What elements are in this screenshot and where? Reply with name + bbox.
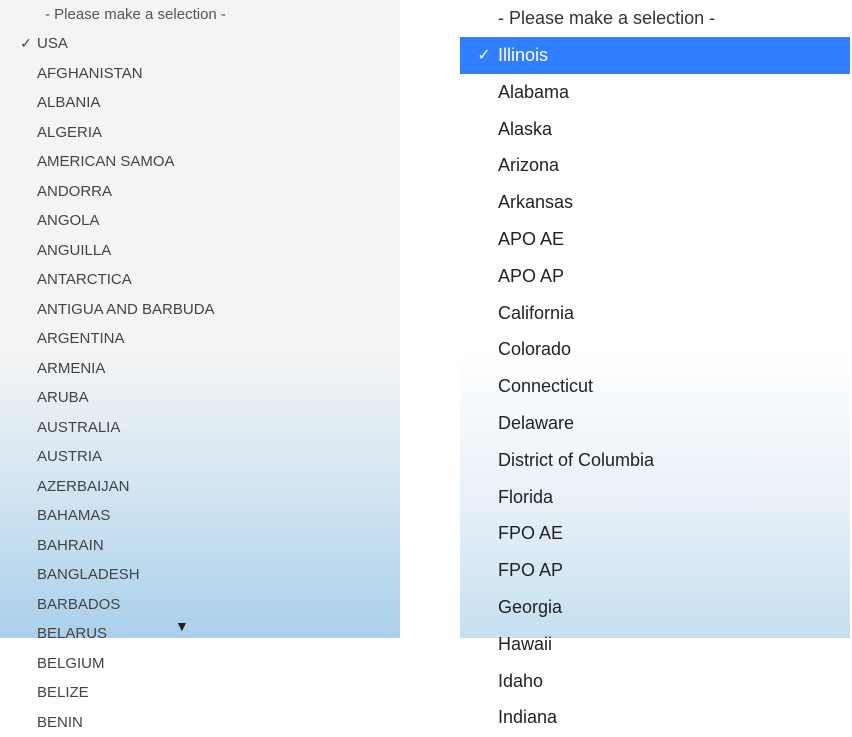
- country-option-label: ANTARCTICA: [37, 267, 132, 293]
- country-option[interactable]: ANDORRA: [0, 177, 400, 207]
- country-option-label: ANTIGUA AND BARBUDA: [37, 297, 215, 323]
- state-option-label: California: [498, 299, 574, 328]
- state-option[interactable]: Arkansas: [460, 184, 850, 221]
- state-option-label: Connecticut: [498, 372, 593, 401]
- state-option-label: APO AP: [498, 262, 564, 291]
- country-option-label: ALGERIA: [37, 120, 102, 146]
- state-option[interactable]: Georgia: [460, 589, 850, 626]
- state-option[interactable]: Delaware: [460, 405, 850, 442]
- country-option-label: ARGENTINA: [37, 326, 125, 352]
- country-option[interactable]: ARGENTINA: [0, 324, 400, 354]
- country-option-label: ARUBA: [37, 385, 89, 411]
- state-option[interactable]: Florida: [460, 479, 850, 516]
- country-option-list: ✓USAAFGHANISTANALBANIAALGERIAAMERICAN SA…: [0, 29, 400, 737]
- country-option-label: AFGHANISTAN: [37, 61, 143, 87]
- country-option[interactable]: AZERBAIJAN: [0, 472, 400, 502]
- state-option-label: Illinois: [498, 41, 548, 70]
- country-option-label: ALBANIA: [37, 90, 100, 116]
- state-option-label: Georgia: [498, 593, 562, 622]
- country-option-label: AMERICAN SAMOA: [37, 149, 175, 175]
- country-option-label: BARBADOS: [37, 592, 120, 618]
- state-option-label: Idaho: [498, 667, 543, 696]
- state-option[interactable]: FPO AE: [460, 515, 850, 552]
- country-option[interactable]: ✓USA: [0, 29, 400, 59]
- state-option-label: Delaware: [498, 409, 574, 438]
- state-option[interactable]: FPO AP: [460, 552, 850, 589]
- country-option-label: BELGIUM: [37, 651, 105, 677]
- country-dropdown-placeholder[interactable]: - Please make a selection -: [0, 0, 400, 29]
- state-option[interactable]: APO AP: [460, 258, 850, 295]
- country-option[interactable]: ARUBA: [0, 383, 400, 413]
- state-dropdown[interactable]: - Please make a selection - ✓Illinois Ala…: [460, 0, 850, 638]
- state-option-label: APO AE: [498, 225, 564, 254]
- state-option-label: Colorado: [498, 335, 571, 364]
- country-option[interactable]: BANGLADESH: [0, 560, 400, 590]
- country-option-label: ANGOLA: [37, 208, 100, 234]
- state-option-list: ✓Illinois Alabama Alaska Arizona Arkansas APO…: [460, 37, 850, 736]
- country-option-label: BELIZE: [37, 680, 89, 706]
- country-option-label: AZERBAIJAN: [37, 474, 130, 500]
- country-option[interactable]: BAHAMAS: [0, 501, 400, 531]
- state-option[interactable]: Alaska: [460, 111, 850, 148]
- country-option-label: ANDORRA: [37, 179, 112, 205]
- country-dropdown[interactable]: - Please make a selection - ✓USAAFGHANIS…: [0, 0, 400, 638]
- country-option[interactable]: ANGUILLA: [0, 236, 400, 266]
- country-option[interactable]: ANTARCTICA: [0, 265, 400, 295]
- country-option[interactable]: ANGOLA: [0, 206, 400, 236]
- state-option[interactable]: Alabama: [460, 74, 850, 111]
- country-option-label: BAHAMAS: [37, 503, 110, 529]
- state-option-label: Arizona: [498, 151, 559, 180]
- state-option-label: Alabama: [498, 78, 569, 107]
- country-option-label: ARMENIA: [37, 356, 105, 382]
- state-option[interactable]: Idaho: [460, 663, 850, 700]
- country-option[interactable]: ARMENIA: [0, 354, 400, 384]
- country-option[interactable]: AFGHANISTAN: [0, 59, 400, 89]
- country-option[interactable]: BAHRAIN: [0, 531, 400, 561]
- country-option-label: BAHRAIN: [37, 533, 104, 559]
- state-option[interactable]: District of Columbia: [460, 442, 850, 479]
- check-icon: ✓: [15, 32, 37, 56]
- state-option[interactable]: APO AE: [460, 221, 850, 258]
- state-option-label: Arkansas: [498, 188, 573, 217]
- state-option[interactable]: Connecticut: [460, 368, 850, 405]
- country-option-label: BENIN: [37, 710, 83, 736]
- country-option-label: BANGLADESH: [37, 562, 140, 588]
- scroll-down-icon[interactable]: ▼: [175, 618, 189, 634]
- country-option[interactable]: AUSTRALIA: [0, 413, 400, 443]
- state-option-label: FPO AP: [498, 556, 563, 585]
- state-option-label: FPO AE: [498, 519, 563, 548]
- country-option[interactable]: BENIN: [0, 708, 400, 737]
- country-option[interactable]: BARBADOS: [0, 590, 400, 620]
- state-dropdown-placeholder[interactable]: - Please make a selection -: [460, 0, 850, 37]
- state-option[interactable]: Colorado: [460, 331, 850, 368]
- country-option-label: AUSTRALIA: [37, 415, 120, 441]
- state-option[interactable]: Indiana: [460, 699, 850, 736]
- country-option-label: AUSTRIA: [37, 444, 102, 470]
- country-option[interactable]: ALBANIA: [0, 88, 400, 118]
- state-option-label: Alaska: [498, 115, 552, 144]
- state-option-label: Florida: [498, 483, 553, 512]
- state-option[interactable]: Arizona: [460, 147, 850, 184]
- country-option-label: BELARUS: [37, 621, 107, 647]
- state-option[interactable]: California: [460, 295, 850, 332]
- state-option-label: Indiana: [498, 703, 557, 732]
- country-option[interactable]: ALGERIA: [0, 118, 400, 148]
- country-option[interactable]: AMERICAN SAMOA: [0, 147, 400, 177]
- country-option[interactable]: ANTIGUA AND BARBUDA: [0, 295, 400, 325]
- state-option[interactable]: Hawaii: [460, 626, 850, 663]
- state-option[interactable]: ✓Illinois: [460, 37, 850, 74]
- country-option-label: ANGUILLA: [37, 238, 111, 264]
- country-option[interactable]: BELGIUM: [0, 649, 400, 679]
- state-option-label: District of Columbia: [498, 446, 654, 475]
- country-option[interactable]: BELARUS: [0, 619, 400, 649]
- state-option-label: Hawaii: [498, 630, 552, 659]
- country-option[interactable]: AUSTRIA: [0, 442, 400, 472]
- country-option-label: USA: [37, 31, 68, 57]
- country-option[interactable]: BELIZE: [0, 678, 400, 708]
- check-icon: ✓: [470, 43, 498, 69]
